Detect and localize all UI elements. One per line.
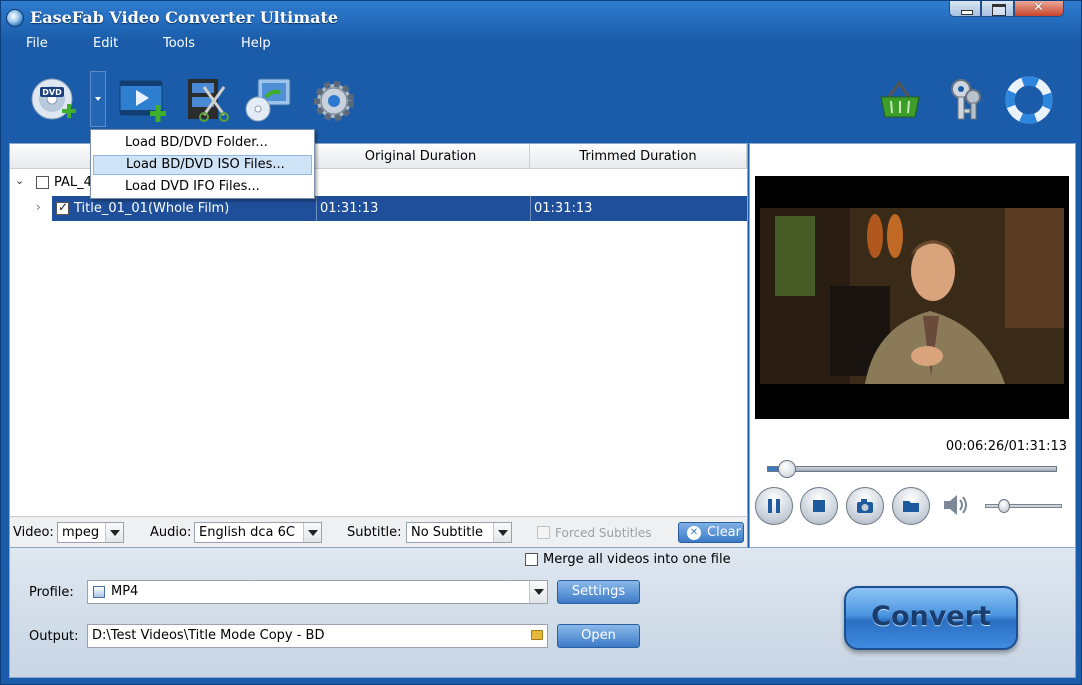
subtitle-track-value: No Subtitle	[411, 525, 483, 540]
volume-icon[interactable]	[942, 493, 970, 517]
output-path-field[interactable]: D:\Test Videos\Title Mode Copy - BD	[87, 624, 548, 648]
menu-bar: File Edit Tools Help	[1, 33, 1081, 57]
load-dvd-menu: Load BD/DVD Folder... Load BD/DVD ISO Fi…	[90, 129, 315, 199]
column-header-original-duration[interactable]: Original Duration	[312, 144, 530, 169]
column-header-trimmed-duration[interactable]: Trimmed Duration	[530, 144, 747, 169]
profile-format-icon	[93, 586, 105, 598]
camera-icon	[857, 499, 873, 513]
video-track-label: Video:	[13, 525, 54, 540]
register-keys-icon[interactable]	[941, 75, 991, 125]
audio-track-label: Audio:	[150, 525, 192, 540]
row-trimmed-duration: 01:31:13	[530, 196, 592, 221]
maximize-button[interactable]	[981, 1, 1014, 17]
minimize-button[interactable]	[949, 1, 981, 17]
row-checkbox[interactable]	[56, 200, 69, 215]
audio-track-value: English dca 6C	[199, 525, 295, 540]
snapshot-button[interactable]	[846, 487, 884, 525]
menu-tools[interactable]: Tools	[163, 36, 195, 51]
audio-track-select[interactable]: English dca 6C	[194, 522, 322, 543]
table-row[interactable]: › Title_01_01(Whole Film) 01:31:13 01:31…	[10, 196, 747, 221]
shopping-basket-icon[interactable]	[875, 75, 925, 125]
menu-edit[interactable]: Edit	[93, 36, 118, 51]
video-frame-image	[755, 176, 1069, 419]
output-path-value: D:\Test Videos\Title Mode Copy - BD	[92, 628, 325, 643]
output-settings-area: Merge all videos into one file Profile: …	[9, 548, 1076, 678]
video-track-select[interactable]: mpeg	[57, 522, 124, 543]
volume-slider[interactable]	[985, 504, 1062, 508]
pause-button[interactable]	[755, 487, 793, 525]
stop-button[interactable]	[800, 487, 838, 525]
add-disc-icon[interactable]	[244, 75, 294, 125]
title-bar: EaseFab Video Converter Ultimate	[1, 0, 1081, 33]
profile-select[interactable]: MP4	[87, 580, 548, 604]
video-preview	[755, 176, 1069, 419]
seek-bar[interactable]	[767, 466, 1057, 472]
merge-videos-checkbox[interactable]	[525, 553, 538, 566]
toolbar: DVD	[1, 61, 1081, 137]
app-logo-icon	[6, 9, 24, 27]
load-dvd-icon[interactable]: DVD	[30, 75, 80, 125]
browse-folder-icon[interactable]	[531, 630, 543, 640]
open-folder-button[interactable]	[892, 487, 930, 525]
folder-icon	[903, 501, 919, 512]
menu-load-bd-dvd-iso[interactable]: Load BD/DVD ISO Files...	[93, 155, 312, 175]
edit-video-icon[interactable]	[184, 75, 234, 125]
help-lifebuoy-icon[interactable]	[1005, 75, 1055, 125]
output-label: Output:	[29, 629, 79, 644]
close-button[interactable]	[1014, 0, 1064, 17]
forced-subtitles-label: Forced Subtitles	[555, 526, 652, 540]
track-selection-bar: Video: mpeg Audio: English dca 6C Subtit…	[10, 516, 747, 547]
expand-chevron-icon[interactable]: ›	[36, 200, 41, 214]
menu-load-dvd-ifo[interactable]: Load DVD IFO Files...	[93, 177, 312, 197]
menu-load-bd-dvd-folder[interactable]: Load BD/DVD Folder...	[93, 133, 312, 153]
open-button[interactable]: Open	[557, 624, 640, 648]
volume-slider-thumb[interactable]	[998, 499, 1010, 513]
chevron-down-icon[interactable]	[529, 581, 547, 603]
pause-icon	[768, 499, 780, 513]
convert-button[interactable]: Convert	[844, 586, 1018, 650]
row-original-duration: 01:31:13	[316, 196, 378, 221]
stop-icon	[813, 500, 825, 512]
menu-help[interactable]: Help	[241, 36, 271, 51]
preview-panel: 00:06:26/01:31:13	[749, 143, 1076, 548]
group-name: PAL_4	[54, 175, 92, 190]
load-dvd-dropdown-arrow[interactable]	[90, 71, 106, 127]
seek-bar-thumb[interactable]	[778, 460, 796, 478]
forced-subtitles-checkbox[interactable]	[537, 526, 550, 539]
window-title: EaseFab Video Converter Ultimate	[30, 8, 339, 27]
group-checkbox[interactable]	[36, 176, 49, 189]
row-title: Title_01_01(Whole Film)	[74, 201, 230, 216]
chevron-down-icon[interactable]	[105, 523, 123, 542]
collapse-chevron-icon[interactable]: ⌄	[15, 174, 24, 187]
subtitle-track-label: Subtitle:	[347, 525, 402, 540]
app-window: EaseFab Video Converter Ultimate File Ed…	[0, 0, 1082, 685]
add-video-icon[interactable]	[118, 75, 168, 125]
subtitle-track-select[interactable]: No Subtitle	[406, 522, 512, 543]
settings-button[interactable]: Settings	[557, 580, 640, 604]
profile-label: Profile:	[29, 585, 74, 600]
clear-x-icon: ✕	[687, 526, 701, 540]
selected-row-highlight: Title_01_01(Whole Film) 01:31:13 01:31:1…	[52, 196, 747, 221]
settings-gear-icon[interactable]	[310, 75, 360, 125]
playback-timecode: 00:06:26/01:31:13	[945, 439, 1067, 454]
video-track-value: mpeg	[62, 525, 100, 540]
clear-button[interactable]: ✕ Clear	[678, 522, 744, 543]
chevron-down-icon[interactable]	[303, 523, 321, 542]
clear-button-label: Clear	[707, 525, 741, 540]
chevron-down-icon[interactable]	[493, 523, 511, 542]
menu-file[interactable]: File	[26, 36, 48, 51]
merge-videos-label: Merge all videos into one file	[543, 552, 731, 567]
file-list-panel: Original Duration Trimmed Duration ⌄ PAL…	[9, 143, 748, 548]
svg-text:DVD: DVD	[42, 88, 62, 97]
profile-value: MP4	[111, 584, 139, 599]
